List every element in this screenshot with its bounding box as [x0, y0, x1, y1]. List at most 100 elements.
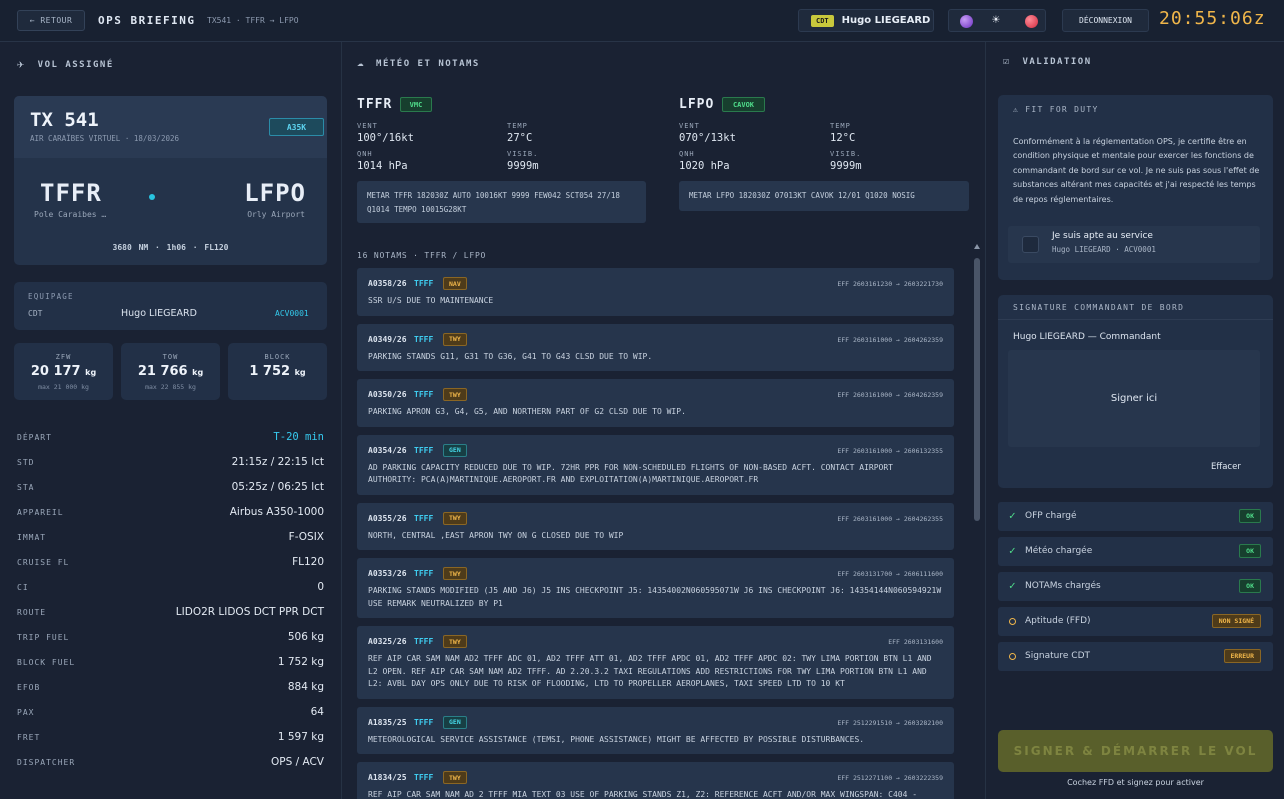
purple-theme-icon[interactable]	[960, 15, 973, 28]
info-row: APPAREIL Airbus A350-1000	[17, 506, 324, 520]
info-key: ROUTE	[17, 608, 47, 617]
check-icon: ✓	[1009, 579, 1016, 592]
crew-card: EQUIPAGE CDT Hugo LIEGEARD ACV0001	[14, 282, 327, 330]
pending-icon	[1009, 618, 1016, 625]
flight-card: TX 541 AIR CARAÏBES VIRTUEL · 18/03/2026…	[14, 96, 327, 265]
checklist-label: Aptitude (FFD)	[1025, 616, 1091, 626]
notam-header: A0349/26 TFFF TWY EFF 2603161000 → 26042623…	[368, 332, 943, 348]
info-row: STD 21:15z / 22:15 lct	[17, 456, 324, 470]
notam-item[interactable]: A1835/25 TFFF GEN EFF 2512291510 → 26032821…	[357, 706, 954, 754]
notam-header: A1835/25 TFFF GEN EFF 2512291510 → 26032821…	[368, 715, 943, 731]
info-value: 64	[310, 706, 324, 718]
signature-pad[interactable]: Signer ici	[1008, 350, 1260, 447]
info-row: BLOCK FUEL 1 752 kg	[17, 656, 324, 670]
info-value: 884 kg	[287, 681, 324, 693]
logout-button[interactable]: DÉCONNEXION	[1062, 9, 1149, 32]
check-icon: ✓	[1009, 509, 1016, 522]
info-value: FL120	[292, 556, 324, 568]
info-key: BLOCK FUEL	[17, 658, 76, 667]
checklist-item: ✓ Météo chargée OK	[998, 537, 1273, 566]
qnh-label: QNH	[679, 150, 695, 158]
utc-clock: 20:55:06z	[1159, 8, 1266, 29]
fit-for-duty-checkbox[interactable]	[1022, 236, 1039, 253]
ffd-card: ⚠ FIT FOR DUTY Conformément à la régleme…	[998, 95, 1273, 280]
notam-item[interactable]: A0353/26 TFFF TWY EFF 2603131700 → 26061116…	[357, 558, 954, 618]
aircraft-badge: A35K	[269, 118, 324, 136]
notam-text: PARKING STANDS G11, G31 TO G36, G41 TO G…	[368, 351, 653, 361]
notam-text: NORTH, CENTRAL ,EAST APRON TWY ON G CLOS…	[368, 530, 624, 540]
station-code: LFPO	[679, 97, 715, 112]
qnh-value: 1020 hPa	[679, 160, 730, 172]
column-divider	[985, 42, 986, 799]
notam-id: A1835/25	[368, 717, 407, 727]
notam-id: A0358/26	[368, 279, 407, 288]
notam-type-badge: TWY	[443, 388, 467, 401]
notam-effective: EFF 2603161000 → 2606132355	[837, 446, 943, 455]
cloud-icon: ☁	[357, 56, 366, 69]
fit-for-duty-checkbox-row[interactable]: Je suis apte au service Hugo LIEGEARD · …	[1008, 226, 1260, 263]
notam-item[interactable]: A0358/26 TFFF NAV EFF 2603161230 → 26032217…	[357, 268, 954, 316]
red-theme-icon[interactable]	[1025, 15, 1038, 28]
notam-item[interactable]: A0355/26 TFFF TWY EFF 2603161000 → 26042623…	[357, 502, 954, 550]
weight-value: 21 766 kg	[137, 364, 204, 379]
notam-type-badge: TWY	[443, 511, 467, 525]
weight-tow: TOW 21 766 kg max 22 855 kg	[121, 343, 220, 400]
notam-effective: EFF 2512271100 → 2603222359	[837, 774, 943, 782]
scroll-up-icon[interactable]	[974, 244, 980, 249]
notam-scrollbar[interactable]	[972, 240, 982, 799]
checklist-label: Signature CDT	[1025, 651, 1090, 661]
notam-id: A0350/26	[368, 390, 407, 399]
notam-header: A0325/26 TFFF TWY EFF 2603131600	[368, 634, 943, 650]
flight-card-header: TX 541 AIR CARAÏBES VIRTUEL · 18/03/2026…	[14, 96, 327, 158]
notam-effective: EFF 2603161000 → 2604262359	[837, 391, 943, 399]
notam-item[interactable]: A0354/26 TFFF GEN EFF 2603161000 → 26061323…	[357, 434, 954, 495]
info-row: PAX 64	[17, 706, 324, 720]
notam-item[interactable]: A0350/26 TFFF TWY EFF 2603161000 → 26042623…	[357, 379, 954, 427]
notam-text: PARKING APRON G3, G4, G5, AND NORTHERN P…	[368, 407, 686, 416]
checklist-label: NOTAMs chargés	[1025, 581, 1101, 591]
notam-header: A0353/26 TFFF TWY EFF 2603131700 → 26061116…	[368, 566, 943, 582]
info-value: LIDO2R LIDOS DCT PPR DCT	[175, 606, 324, 618]
checkbox-label: Je suis apte au service	[1052, 231, 1153, 241]
notam-type-badge: NAV	[443, 277, 467, 290]
crew-name: Hugo LIEGEARD	[121, 308, 197, 319]
notam-id: A0355/26	[368, 513, 407, 523]
notam-effective: EFF 2603131600	[888, 638, 943, 646]
notam-effective: EFF 2603161000 → 2604262355	[837, 514, 943, 523]
clear-signature-button[interactable]: Effacer	[1211, 462, 1241, 472]
wind-value: 100°/16kt	[357, 132, 414, 144]
scroll-thumb[interactable]	[974, 258, 980, 521]
metar-text: METAR TFFR 182030Z AUTO 10016KT 9999 FEW…	[357, 181, 646, 223]
weight-max: max 21 000 kg	[38, 383, 89, 391]
notam-item[interactable]: A0325/26 TFFF TWY EFF 2603131600 REF AIP CAR…	[357, 626, 954, 699]
notam-airport: TFFF	[414, 513, 434, 523]
checklist-label: Météo chargée	[1025, 546, 1093, 556]
info-value: 0	[317, 581, 324, 593]
info-value: 05:25z / 06:25 lct	[231, 481, 324, 493]
notam-text: AD PARKING CAPACITY REDUCED DUE TO WIP. …	[368, 462, 893, 485]
notam-item[interactable]: A1834/25 TFFF TWY EFF 2512271100 → 26032223…	[357, 762, 954, 799]
notam-header: A0358/26 TFFF NAV EFF 2603161230 → 26032217…	[368, 276, 943, 292]
notam-type-badge: GEN	[443, 443, 467, 457]
sun-icon[interactable]: ☀	[992, 13, 1000, 28]
notam-list[interactable]: A0358/26 TFFF NAV EFF 2603161230 → 26032217…	[357, 268, 954, 799]
flight-number: TX 541	[30, 109, 99, 131]
notam-header: A1834/25 TFFF TWY EFF 2512271100 → 26032223…	[368, 770, 943, 786]
info-row: DÉPART T-20 min	[17, 431, 324, 445]
info-row: ROUTE LIDO2R LIDOS DCT PPR DCT	[17, 606, 324, 620]
temp-label: TEMP	[507, 122, 528, 130]
user-name: Hugo LIEGEARD	[841, 15, 931, 26]
wind-label: VENT	[357, 122, 378, 130]
notam-item[interactable]: A0349/26 TFFF TWY EFF 2603161000 → 26042623…	[357, 323, 954, 371]
notam-effective: EFF 2603161230 → 2603221730	[837, 280, 943, 288]
route-dot	[149, 194, 155, 200]
back-button[interactable]: ← RETOUR	[17, 10, 85, 31]
notam-effective: EFF 2603161000 → 2604262359	[837, 335, 943, 344]
sign-and-start-button[interactable]: SIGNER & DÉMARRER LE VOL	[998, 730, 1273, 772]
info-key: TRIP FUEL	[17, 633, 70, 642]
info-value: 1 597 kg	[277, 731, 324, 743]
notam-type-badge: TWY	[443, 567, 467, 580]
notam-airport: TFFF	[414, 390, 434, 399]
status-badge: OK	[1239, 579, 1261, 593]
user-chip[interactable]: CDT Hugo LIEGEARD	[798, 9, 934, 32]
